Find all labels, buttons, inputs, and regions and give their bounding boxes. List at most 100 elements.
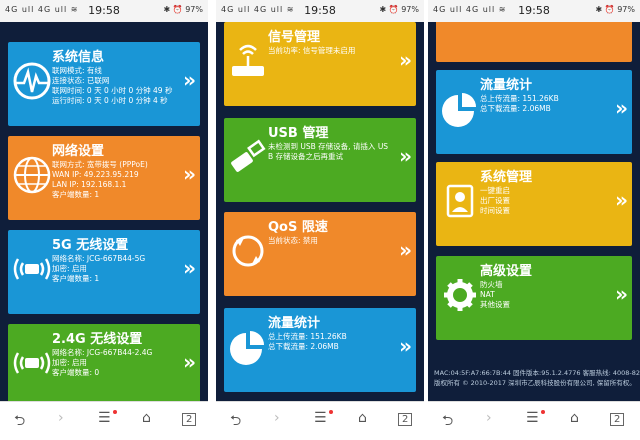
card-signal-management[interactable]: 信号管理 当前功率: 信号管理未启用 » <box>224 22 416 106</box>
browser-nav-bar: ⮌ › ☰ ⌂ 2 <box>216 401 424 440</box>
card-title: USB 管理 <box>268 126 329 141</box>
user-profile-icon <box>446 184 474 218</box>
info-line: B 存储设备之后再重试 <box>268 152 344 161</box>
pulse-icon <box>13 62 51 100</box>
chevron-right-icon: » <box>183 350 196 374</box>
home-icon[interactable]: ⌂ <box>142 410 151 426</box>
card-2g-wireless[interactable]: 2.4G 无线设置 网络名称: JCG-667B44-2.4G 加密: 启用 客… <box>8 324 200 402</box>
info-line: 防火墙 <box>480 280 503 289</box>
card-5g-wireless[interactable]: 5G 无线设置 网络名称: JCG-667B44-5G 加密: 启用 客户端数量… <box>8 230 200 314</box>
status-bar: 4G ull 4G ull ≋ 19:58 ✱ ⏰ 97% <box>0 0 208 22</box>
card-title: 高级设置 <box>480 264 533 279</box>
chevron-right-icon: » <box>399 238 412 262</box>
info-line: LAN IP: 192.168.1.1 <box>52 180 127 189</box>
info-line: 联网方式: 宽带拨号 (PPPoE) <box>52 160 148 169</box>
chevron-right-icon: » <box>615 96 628 120</box>
info-line: 当前功率: 信号管理未启用 <box>268 46 356 55</box>
info-line: 其他设置 <box>480 300 510 309</box>
usb-icon <box>231 139 266 172</box>
info-line: 网络名称: JCG-667B44-2.4G <box>52 348 153 357</box>
chevron-right-icon: » <box>399 144 412 168</box>
info-line: 出厂设置 <box>480 196 510 205</box>
menu-icon[interactable]: ☰ <box>98 410 111 426</box>
menu-icon[interactable]: ☰ <box>526 410 539 426</box>
card-title: 网络设置 <box>52 144 105 159</box>
info-line: 总上传流量: 151.26KB <box>268 332 347 341</box>
card-title: 信号管理 <box>268 30 321 45</box>
notification-dot <box>541 410 545 414</box>
card-partial-top <box>436 22 632 62</box>
menu-icon[interactable]: ☰ <box>314 410 327 426</box>
forward-icon[interactable]: › <box>274 410 280 426</box>
wireless-2g-icon <box>13 352 51 374</box>
wireless-5g-icon <box>13 258 51 280</box>
footer-line: 版权所有 © 2010-2017 深圳市乙辰科技股份有限公司, 保留所有权。 <box>434 379 636 387</box>
info-line: 一键重启 <box>480 186 510 195</box>
footer-info: MAC:04:5F:A7:66:7B:44 固件版本:95.1.2.4776 客… <box>434 368 640 388</box>
tabs-button[interactable]: 2 <box>398 413 413 426</box>
tabs-button[interactable]: 2 <box>610 413 625 426</box>
browser-nav-bar: ⮌ › ☰ ⌂ 2 <box>0 401 208 440</box>
battery-indicator: ✱ ⏰ 97% <box>163 5 203 14</box>
info-line: 总上传流量: 151.26KB <box>480 94 559 103</box>
card-system-info[interactable]: 系统信息 联网模式: 有线 连接状态: 已联网 联网时间: 0 天 0 小时 0… <box>8 42 200 126</box>
forward-icon[interactable]: › <box>58 410 64 426</box>
info-line: 客户端数量: 1 <box>52 274 100 283</box>
back-icon[interactable]: ⮌ <box>442 410 453 434</box>
chevron-right-icon: » <box>399 48 412 72</box>
footer-line: MAC:04:5F:A7:66:7B:44 固件版本:95.1.2.4776 客… <box>434 369 640 377</box>
chevron-right-icon: » <box>615 188 628 212</box>
back-icon[interactable]: ⮌ <box>14 410 25 434</box>
chevron-right-icon: » <box>615 282 628 306</box>
notification-dot <box>113 410 117 414</box>
card-title: 流量统计 <box>480 78 533 93</box>
info-line: 加密: 启用 <box>52 358 87 367</box>
info-line: 网络名称: JCG-667B44-5G <box>52 254 146 263</box>
info-line: 当前状态: 禁用 <box>268 236 318 245</box>
gear-icon <box>444 279 476 311</box>
info-line: 总下载流量: 2.06MB <box>268 342 339 351</box>
card-title: 2.4G 无线设置 <box>52 332 143 347</box>
phone-screen-3: 4G ull 4G ull ≋ 19:58 ✱ ⏰ 97% 流量统计 总上传流量… <box>428 0 640 440</box>
card-traffic-stats[interactable]: 流量统计 总上传流量: 151.26KB 总下载流量: 2.06MB » <box>436 70 632 154</box>
chevron-right-icon: » <box>183 256 196 280</box>
pie-chart-icon <box>442 93 476 127</box>
home-icon[interactable]: ⌂ <box>358 410 367 426</box>
back-icon[interactable]: ⮌ <box>230 410 241 434</box>
info-line: 运行时间: 0 天 0 小时 0 分钟 4 秒 <box>52 96 168 105</box>
tabs-button[interactable]: 2 <box>182 413 197 426</box>
card-system-management[interactable]: 系统管理 一键重启 出厂设置 时间设置 » <box>436 162 632 246</box>
phone-screen-2: 4G ull 4G ull ≋ 19:58 ✱ ⏰ 97% 信号管理 当前功率:… <box>216 0 424 440</box>
card-network-settings[interactable]: 网络设置 联网方式: 宽带拨号 (PPPoE) WAN IP: 49.223.9… <box>8 136 200 220</box>
chevron-right-icon: » <box>183 162 196 186</box>
card-title: 系统信息 <box>52 50 105 65</box>
info-line: 加密: 启用 <box>52 264 87 273</box>
card-title: 流量统计 <box>268 316 321 331</box>
card-title: 5G 无线设置 <box>52 238 129 253</box>
info-line: 联网模式: 有线 <box>52 66 102 75</box>
notification-dot <box>329 410 333 414</box>
battery-indicator: ✱ ⏰ 97% <box>595 5 635 14</box>
card-usb-management[interactable]: USB 管理 未检测到 USB 存储设备, 请插入 US B 存储设备之后再重试… <box>224 118 416 202</box>
qos-arrows-icon <box>232 235 264 267</box>
chevron-right-icon: » <box>183 68 196 92</box>
status-bar: 4G ull 4G ull ≋ 19:58 ✱ ⏰ 97% <box>216 0 424 22</box>
battery-indicator: ✱ ⏰ 97% <box>379 5 419 14</box>
forward-icon[interactable]: › <box>486 410 492 426</box>
card-traffic-stats[interactable]: 流量统计 总上传流量: 151.26KB 总下载流量: 2.06MB » <box>224 308 416 392</box>
chevron-right-icon: » <box>399 334 412 358</box>
home-icon[interactable]: ⌂ <box>570 410 579 426</box>
info-line: 连接状态: 已联网 <box>52 76 110 85</box>
globe-icon <box>13 156 51 194</box>
info-line: NAT <box>480 290 495 299</box>
card-qos-limit[interactable]: QoS 限速 当前状态: 禁用 » <box>224 212 416 296</box>
info-line: 联网时间: 0 天 0 小时 0 分钟 49 秒 <box>52 86 173 95</box>
browser-nav-bar: ⮌ › ☰ ⌂ 2 <box>428 401 640 440</box>
status-bar: 4G ull 4G ull ≋ 19:58 ✱ ⏰ 97% <box>428 0 640 22</box>
card-title: QoS 限速 <box>268 220 328 235</box>
phone-screen-1: 4G ull 4G ull ≋ 19:58 ✱ ⏰ 97% 系统信息 联网模式:… <box>0 0 208 440</box>
info-line: 客户端数量: 1 <box>52 190 100 199</box>
card-title: 系统管理 <box>480 170 533 185</box>
card-advanced-settings[interactable]: 高级设置 防火墙 NAT 其他设置 » <box>436 256 632 340</box>
info-line: 客户端数量: 0 <box>52 368 100 377</box>
